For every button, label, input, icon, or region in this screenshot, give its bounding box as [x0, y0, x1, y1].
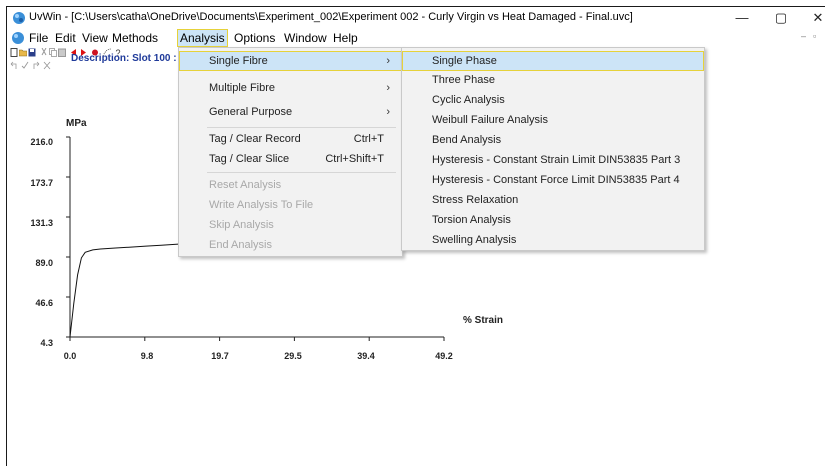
menu-item-single-fibre[interactable]: Single Fibre › [179, 51, 402, 71]
submenu-item-label: Cyclic Analysis [432, 94, 505, 106]
menu-item-end-analysis: End Analysis [179, 235, 402, 255]
submenu-arrow-icon: › [386, 106, 390, 118]
submenu-item-swelling-analysis[interactable]: Swelling Analysis [402, 230, 704, 250]
menu-item-multiple-fibre[interactable]: Multiple Fibre › [179, 78, 402, 98]
single-fibre-submenu: Single Phase Three Phase Cyclic Analysis… [401, 47, 705, 251]
submenu-item-bend-analysis[interactable]: Bend Analysis [402, 130, 704, 150]
submenu-item-single-phase[interactable]: Single Phase [402, 51, 704, 71]
submenu-item-stress-relaxation[interactable]: Stress Relaxation [402, 190, 704, 210]
submenu-item-weibull-failure-analysis[interactable]: Weibull Failure Analysis [402, 110, 704, 130]
menu-item-label: Single Fibre [209, 55, 268, 67]
submenu-item-label: Weibull Failure Analysis [432, 114, 548, 126]
menu-item-label: General Purpose [209, 106, 293, 118]
submenu-item-label: Hysteresis - Constant Strain Limit DIN53… [432, 154, 681, 166]
submenu-arrow-icon: › [386, 55, 390, 67]
submenu-item-label: Bend Analysis [432, 134, 502, 146]
submenu-item-label: Stress Relaxation [432, 194, 519, 206]
menu-item-tag-clear-slice[interactable]: Tag / Clear Slice Ctrl+Shift+T [179, 149, 402, 169]
app-window: UvWin - [C:\Users\catha\OneDrive\Documen… [6, 6, 825, 466]
menu-item-label: Write Analysis To File [209, 199, 314, 211]
analysis-menu: Single Fibre › Multiple Fibre › General … [178, 47, 403, 257]
menu-item-label: Tag / Clear Record [209, 133, 301, 145]
submenu-item-hysteresis-strain[interactable]: Hysteresis - Constant Strain Limit DIN53… [402, 150, 704, 170]
submenu-item-label: Swelling Analysis [432, 234, 517, 246]
menu-item-reset-analysis: Reset Analysis [179, 175, 402, 195]
submenu-item-label: Hysteresis - Constant Force Limit DIN538… [432, 174, 680, 186]
submenu-item-three-phase[interactable]: Three Phase [402, 70, 704, 90]
submenu-item-label: Three Phase [432, 74, 495, 86]
menu-item-label: Skip Analysis [209, 219, 274, 231]
submenu-item-label: Single Phase [432, 55, 497, 67]
menu-item-shortcut: Ctrl+Shift+T [325, 153, 384, 165]
submenu-item-label: Torsion Analysis [432, 214, 511, 226]
submenu-item-hysteresis-force[interactable]: Hysteresis - Constant Force Limit DIN538… [402, 170, 704, 190]
menu-item-skip-analysis: Skip Analysis [179, 215, 402, 235]
menu-item-label: End Analysis [209, 239, 272, 251]
submenu-arrow-icon: › [386, 82, 390, 94]
menu-item-label: Reset Analysis [209, 179, 282, 191]
menu-item-write-analysis-to-file: Write Analysis To File [179, 195, 402, 215]
menu-item-label: Multiple Fibre [209, 82, 276, 94]
menu-item-general-purpose[interactable]: General Purpose › [179, 102, 402, 122]
menu-item-shortcut: Ctrl+T [353, 133, 384, 145]
submenu-item-cyclic-analysis[interactable]: Cyclic Analysis [402, 90, 704, 110]
menu-separator [207, 127, 396, 128]
menu-separator [207, 172, 396, 173]
menu-item-tag-clear-record[interactable]: Tag / Clear Record Ctrl+T [179, 129, 402, 149]
menu-item-label: Tag / Clear Slice [209, 153, 290, 165]
submenu-item-torsion-analysis[interactable]: Torsion Analysis [402, 210, 704, 230]
